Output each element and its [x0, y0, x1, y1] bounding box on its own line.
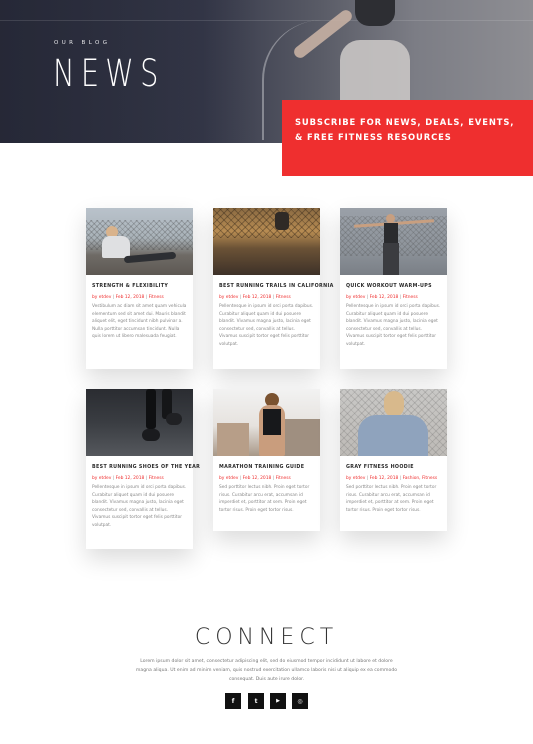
post-category[interactable]: Fitness [149, 295, 164, 300]
subscribe-text: SUBSCRIBE FOR NEWS, DEALS, EVENTS, & FRE… [295, 117, 515, 142]
post-title[interactable]: STRENGTH & FLEXIBILITY [92, 284, 187, 289]
post-excerpt: Pellentesque in ipsum id orci porta dapi… [219, 304, 314, 347]
page-title: NEWS [53, 52, 165, 95]
post-date: Feb 12, 2018 [115, 295, 145, 300]
post-image[interactable] [213, 389, 320, 456]
facebook-icon[interactable]: f [225, 693, 241, 709]
post-title[interactable]: QUICK WORKOUT WARM-UPS [346, 284, 441, 289]
post-date: Feb 12, 2018 [369, 476, 399, 481]
post-category[interactable]: Fitness [149, 476, 164, 481]
post-author[interactable]: by etdev [219, 476, 238, 481]
post-meta: by etdev | Feb 12, 2018 | Fitness [92, 295, 164, 300]
post-image[interactable] [340, 208, 447, 275]
post-author[interactable]: by etdev [346, 476, 365, 481]
connect-heading: CONNECT [194, 625, 339, 650]
blog-card[interactable]: QUICK WORKOUT WARM-UPS by etdev | Feb 12… [340, 208, 447, 369]
post-excerpt: Pellentesque in ipsum id orci porta dapi… [346, 304, 441, 347]
post-category[interactable]: Fitness [276, 295, 291, 300]
post-date: Feb 12, 2018 [242, 476, 272, 481]
hero-divider [0, 20, 533, 21]
post-image[interactable] [340, 389, 447, 456]
post-title[interactable]: GRAY FITNESS HOODIE [346, 465, 441, 470]
connect-description: Lorem ipsum dolor sit amet, consectetur … [135, 659, 398, 682]
post-image[interactable] [213, 208, 320, 275]
post-meta: by etdev | Feb 12, 2018 | Fitness [346, 295, 418, 300]
post-meta: by etdev | Feb 12, 2018 | Fitness [219, 476, 291, 481]
post-title[interactable]: BEST RUNNING TRAILS IN CALIFORNIA [219, 284, 333, 289]
post-category[interactable]: Fitness [276, 476, 291, 481]
blog-card[interactable]: MARATHON TRAINING GUIDE by etdev | Feb 1… [213, 389, 320, 531]
post-meta: by etdev | Feb 12, 2018 | Fitness [92, 476, 164, 481]
youtube-icon[interactable]: ▶ [270, 693, 286, 709]
post-author[interactable]: by etdev [346, 295, 365, 300]
post-title[interactable]: MARATHON TRAINING GUIDE [219, 465, 314, 470]
post-meta: by etdev | Feb 12, 2018 | Fashion, Fitne… [346, 476, 438, 481]
post-image[interactable] [86, 389, 193, 456]
twitter-icon[interactable]: t [248, 693, 264, 709]
instagram-icon[interactable]: ◎ [292, 693, 308, 709]
post-excerpt: Sed porttitor lectus nibh. Proin eget to… [219, 485, 310, 513]
post-meta: by etdev | Feb 12, 2018 | Fitness [219, 295, 291, 300]
post-excerpt: Sed porttitor lectus nibh. Proin eget to… [346, 485, 437, 513]
post-excerpt: Vestibulum ac diam sit amet quam vehicul… [92, 304, 187, 340]
post-category[interactable]: Fitness [403, 295, 418, 300]
blog-card[interactable]: GRAY FITNESS HOODIE by etdev | Feb 12, 2… [340, 389, 447, 531]
subscribe-banner[interactable]: SUBSCRIBE FOR NEWS, DEALS, EVENTS, & FRE… [282, 100, 533, 176]
hero-eyebrow: OUR BLOG [54, 40, 111, 46]
post-category[interactable]: Fashion, Fitness [403, 476, 438, 481]
post-image[interactable] [86, 208, 193, 275]
hero-person-top [355, 0, 395, 26]
blog-card[interactable]: BEST RUNNING TRAILS IN CALIFORNIA by etd… [213, 208, 333, 369]
blog-card[interactable]: BEST RUNNING SHOES OF THE YEAR by etdev … [86, 389, 200, 549]
post-date: Feb 12, 2018 [369, 295, 399, 300]
post-date: Feb 12, 2018 [115, 476, 145, 481]
post-author[interactable]: by etdev [219, 295, 238, 300]
post-author[interactable]: by etdev [92, 476, 111, 481]
post-excerpt: Pellentesque in ipsum id orci porta dapi… [92, 485, 187, 528]
post-author[interactable]: by etdev [92, 295, 111, 300]
post-title[interactable]: BEST RUNNING SHOES OF THE YEAR [92, 465, 200, 470]
blog-card[interactable]: STRENGTH & FLEXIBILITY by etdev | Feb 12… [86, 208, 193, 369]
post-date: Feb 12, 2018 [242, 295, 272, 300]
